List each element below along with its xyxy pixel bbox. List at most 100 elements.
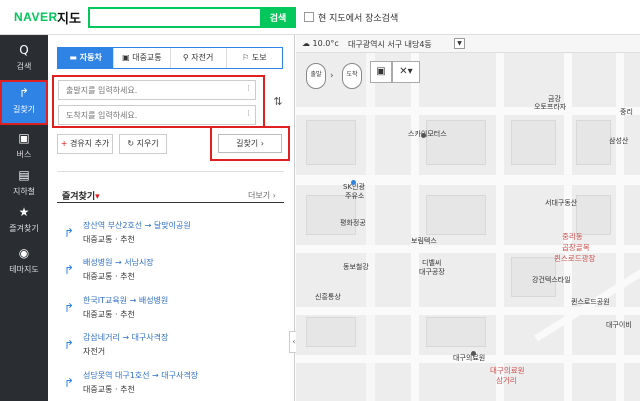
- nav-label: 길찾기: [12, 105, 36, 114]
- tab-walk[interactable]: ⚐ 도보: [226, 48, 282, 68]
- swap-icon[interactable]: ⇅: [270, 91, 286, 113]
- top-bar: NAVER 지도 검색 현 지도에서 장소검색: [0, 0, 640, 35]
- map-block: [306, 120, 356, 165]
- nav-directions[interactable]: ↱ 길찾기: [0, 80, 48, 125]
- map-label[interactable]: 곱창골목: [562, 242, 590, 253]
- poi-marker[interactable]: [351, 180, 356, 185]
- map-label[interactable]: 삼성산: [609, 136, 628, 146]
- map-label[interactable]: 퀸스로드광장: [554, 253, 595, 264]
- map-label[interactable]: 신흥통상: [315, 292, 341, 302]
- map-label[interactable]: 퀸스로드공원: [571, 297, 610, 307]
- map-block: [576, 195, 611, 235]
- caret-down-icon: ▾: [95, 192, 100, 202]
- tab-bicycle[interactable]: ⚲ 자전거: [170, 48, 227, 68]
- map-label[interactable]: 스카이모터스: [408, 129, 447, 139]
- favorite-route[interactable]: 장산역 부산2호선 → 달맞이공원: [83, 220, 191, 231]
- nav-label: 검색: [16, 62, 32, 71]
- find-route-button[interactable]: 길찾기 ›: [218, 134, 282, 153]
- map-block: [426, 120, 486, 165]
- favorites-more-link[interactable]: 더보기 ›: [248, 190, 276, 201]
- nav-search[interactable]: Q 검색: [0, 37, 48, 82]
- favorite-item[interactable]: ↱ 한국IT교육원 → 배성병원 대중교통 · 추천: [62, 293, 282, 325]
- map-label[interactable]: 삼거리: [496, 375, 517, 386]
- weather-info: ☁ 10.0°c: [302, 39, 339, 48]
- map-label[interactable]: 대구이비: [606, 320, 632, 330]
- favorite-route[interactable]: 감삼네거리 → 대구사격장: [83, 332, 168, 343]
- star-icon: ★: [18, 205, 30, 219]
- button-label: 길찾기: [236, 139, 259, 148]
- restaurant-icon[interactable]: ✕▾: [392, 61, 420, 83]
- search-button[interactable]: 검색: [260, 7, 296, 28]
- tab-transit[interactable]: ▣ 대중교통: [114, 48, 171, 68]
- car-icon: ▬: [69, 53, 80, 62]
- start-input[interactable]: [58, 80, 256, 100]
- route-arrow-icon: ↱: [64, 338, 75, 352]
- nav-label: 테마지도: [9, 265, 39, 274]
- tab-label: 자동차: [79, 53, 102, 62]
- map-label[interactable]: 보림텍스: [411, 236, 437, 246]
- favorites-title[interactable]: 즐겨찾기▾: [62, 189, 100, 202]
- chevron-right-icon: ›: [258, 139, 264, 148]
- start-pin[interactable]: 출발: [306, 63, 326, 89]
- poi-marker[interactable]: [421, 133, 426, 138]
- poi-marker[interactable]: [471, 351, 476, 356]
- favorite-item[interactable]: ↱ 감삼네거리 → 대구사격장 자전거: [62, 330, 282, 362]
- directions-panel: ▬ 자동차 ▣ 대중교통 ⚲ 자전거 ⚐ 도보 ⁞ ⁞ ⇅ + 경유지 추가 ↻…: [48, 35, 295, 401]
- divider: [57, 171, 284, 172]
- nav-label: 버스: [16, 150, 32, 159]
- favorite-route[interactable]: 배성병원 → 서남시장: [83, 257, 154, 268]
- map-service-title[interactable]: 지도: [57, 8, 81, 27]
- favorite-item[interactable]: ↱ 장산역 부산2호선 → 달맞이공원 대중교통 · 추천: [62, 218, 282, 250]
- nav-label: 지하철: [12, 187, 36, 196]
- route-arrow-icon: ↱: [64, 376, 75, 390]
- favorite-route[interactable]: 한국IT교육원 → 배성병원: [83, 295, 168, 306]
- clear-button[interactable]: ↻ 지우기: [119, 134, 167, 154]
- map-label[interactable]: 대구의료원: [453, 353, 485, 363]
- add-waypoint-button[interactable]: + 경유지 추가: [57, 134, 113, 154]
- refresh-icon: ↻: [127, 139, 137, 148]
- tab-label: 자전거: [191, 53, 214, 62]
- nav-theme-map[interactable]: ◉ 테마지도: [0, 240, 48, 285]
- search-input[interactable]: [88, 7, 260, 28]
- favorite-item[interactable]: ↱ 배성병원 → 서남시장 대중교통 · 추천: [62, 255, 282, 287]
- map-road: [411, 53, 419, 401]
- map-block: [306, 317, 356, 347]
- map-road: [296, 107, 640, 115]
- naver-logo[interactable]: NAVER: [14, 10, 58, 24]
- map-label[interactable]: 중리: [620, 107, 633, 117]
- map-label[interactable]: 중리동: [562, 231, 583, 242]
- nav-favorites[interactable]: ★ 즐겨찾기: [0, 199, 48, 244]
- bus-icon[interactable]: ▣: [370, 61, 392, 83]
- drag-handle-icon[interactable]: ⁞: [247, 84, 250, 94]
- button-label: 경유지 추가: [69, 139, 110, 148]
- end-pin[interactable]: 도착: [342, 63, 362, 89]
- current-location[interactable]: 대구광역시 서구 내당4동: [348, 39, 432, 50]
- map-label[interactable]: 강건텍스타일: [532, 275, 571, 285]
- map-label[interactable]: 평화정공: [340, 218, 366, 228]
- map-label[interactable]: 주유소: [345, 191, 364, 201]
- tab-label: 대중교통: [132, 53, 162, 62]
- bus-icon: ▣: [18, 131, 30, 145]
- map-label[interactable]: 대구공장: [419, 267, 445, 277]
- favorite-route[interactable]: 성당못역 대구1호선 → 대구사격장: [83, 370, 198, 381]
- map-label[interactable]: 서대구동산: [545, 198, 577, 208]
- favorite-item[interactable]: ↱ 성당못역 대구1호선 → 대구사격장 대중교통 · 추천: [62, 368, 282, 400]
- inmap-search-label[interactable]: 현 지도에서 장소검색: [318, 11, 398, 24]
- button-label: 지우기: [136, 139, 159, 148]
- map-label[interactable]: 동보철강: [343, 262, 369, 272]
- map-block: [576, 120, 611, 165]
- destination-input[interactable]: [58, 105, 256, 125]
- map-view[interactable]: ☁ 10.0°c 대구광역시 서구 내당4동 ▼ 출발 › 도착 ▣ ✕▾ 금강…: [296, 35, 640, 401]
- chevron-down-icon[interactable]: ▼: [454, 38, 465, 49]
- subway-icon: ▤: [18, 168, 30, 182]
- map-info-bar: ☁ 10.0°c 대구광역시 서구 내당4동 ▼: [296, 35, 640, 53]
- route-arrow-icon: ↱: [64, 226, 75, 240]
- search-icon: Q: [19, 43, 29, 57]
- favorite-meta: 대중교통 · 추천: [83, 235, 135, 244]
- map-road: [616, 53, 624, 401]
- tab-car[interactable]: ▬ 자동차: [58, 48, 115, 68]
- drag-handle-icon[interactable]: ⁞: [247, 109, 250, 119]
- favorite-meta: 대중교통 · 추천: [83, 310, 135, 319]
- map-label[interactable]: 오토프라자: [534, 102, 566, 112]
- inmap-search-checkbox[interactable]: [304, 12, 314, 22]
